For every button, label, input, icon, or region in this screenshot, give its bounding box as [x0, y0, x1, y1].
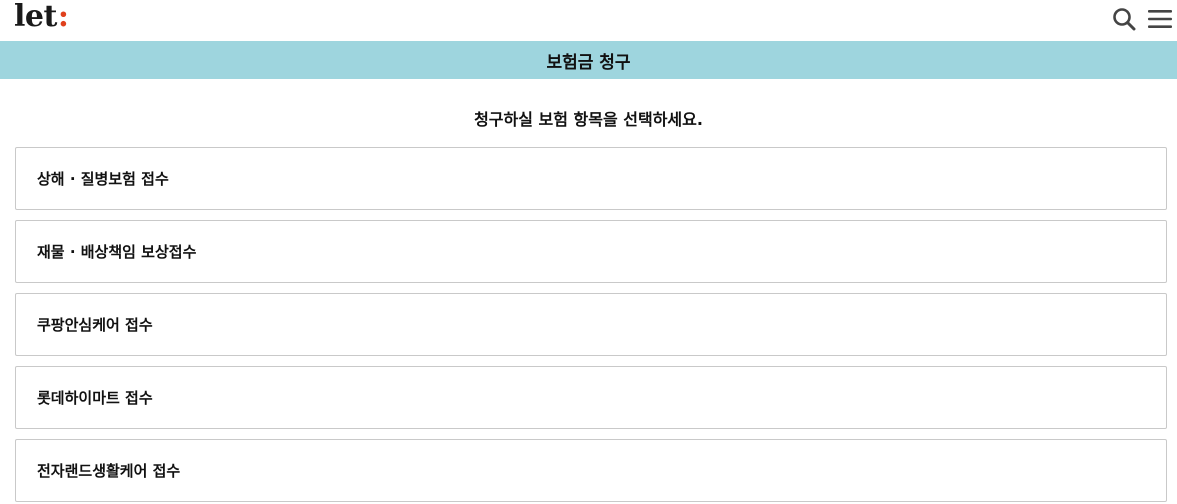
option-label: 쿠팡안심케어 접수	[37, 316, 153, 334]
option-label: 재물 · 배상책임 보상접수	[37, 243, 197, 261]
option-label: 롯데하이마트 접수	[37, 389, 153, 407]
option-coupang-care[interactable]: 쿠팡안심케어 접수	[15, 293, 1167, 356]
menu-icon[interactable]	[1147, 6, 1173, 32]
option-injury-disease[interactable]: 상해 · 질병보험 접수	[15, 147, 1167, 210]
brand-logo[interactable]: let:	[14, 0, 69, 34]
option-label: 상해 · 질병보험 접수	[37, 170, 169, 188]
logo-text: let	[14, 0, 57, 34]
option-lotte-himart[interactable]: 롯데하이마트 접수	[15, 366, 1167, 429]
logo-colon: :	[57, 0, 69, 34]
option-electroland-care[interactable]: 전자랜드생활케어 접수	[15, 439, 1167, 502]
claim-options-list: 상해 · 질병보험 접수 재물 · 배상책임 보상접수 쿠팡안심케어 접수 롯데…	[15, 147, 1167, 502]
page-title-bar: 보험금 청구	[0, 41, 1177, 79]
top-header: let:	[0, 0, 1177, 41]
instruction-text: 청구하실 보험 항목을 선택하세요.	[474, 110, 703, 129]
option-label: 전자랜드생활케어 접수	[37, 462, 181, 480]
search-icon[interactable]	[1111, 6, 1137, 32]
page-title: 보험금 청구	[546, 52, 631, 73]
header-actions	[1111, 6, 1173, 32]
option-property-liability[interactable]: 재물 · 배상책임 보상접수	[15, 220, 1167, 283]
